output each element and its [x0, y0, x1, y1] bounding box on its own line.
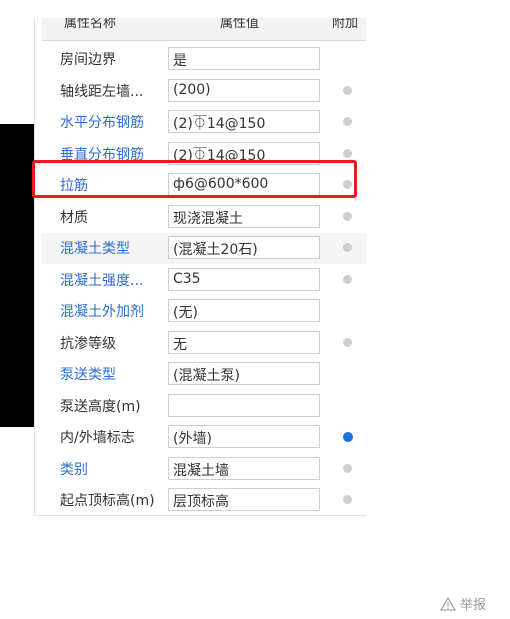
property-name: 房间边界	[60, 52, 116, 68]
property-name[interactable]: 泵送类型	[60, 364, 116, 384]
property-value-field[interactable]	[168, 393, 320, 417]
active-dot-icon[interactable]	[343, 432, 353, 442]
table-header: 属性名称 属性值 附加	[42, 18, 366, 41]
property-value-field[interactable]: (外墙)	[168, 425, 320, 448]
warning-icon	[440, 596, 456, 611]
property-panel: 属性名称 属性值 附加 房间边界 是轴线距左墙... (200) 水平分布钢筋 (2)⏁…	[34, 18, 366, 516]
highlight-box	[32, 160, 357, 198]
property-name: 起点顶标高(m)	[60, 493, 155, 509]
property-row[interactable]: 混凝土强度... C35	[42, 265, 366, 296]
left-black-bar	[0, 124, 34, 427]
property-name: 轴线距左墙...	[60, 83, 144, 100]
header-extra-col: 附加	[332, 18, 359, 31]
dot-icon[interactable]	[343, 211, 352, 221]
property-row[interactable]: 混凝土类型 (混凝土20石)	[42, 233, 366, 264]
header-name-col: 属性名称	[64, 18, 117, 31]
property-row[interactable]: 泵送高度(m)	[42, 391, 366, 422]
property-row[interactable]: 内/外墙标志 (外墙)	[42, 422, 366, 453]
dot-icon[interactable]	[343, 337, 352, 347]
header-value-col: 属性值	[220, 18, 260, 31]
property-row[interactable]: 轴线距左墙... (200)	[42, 76, 366, 107]
property-name[interactable]: 混凝土外加剂	[60, 301, 144, 321]
property-name[interactable]: 类别	[60, 459, 88, 479]
property-value-field[interactable]: (混凝土20石)	[168, 236, 320, 259]
property-row[interactable]: 材质 现浇混凝土	[42, 202, 366, 233]
property-row[interactable]: 泵送类型 (混凝土泵)	[42, 359, 366, 390]
panel-border	[34, 18, 35, 516]
property-name: 抗渗等级	[60, 335, 116, 352]
report-link[interactable]: 举报	[440, 594, 486, 613]
property-row[interactable]: 房间边界 是	[42, 44, 366, 75]
dot-icon[interactable]	[343, 243, 352, 252]
property-row[interactable]: 混凝土外加剂 (无)	[42, 296, 366, 327]
property-row[interactable]: 起点顶标高(m) 层顶标高	[42, 485, 366, 516]
property-row[interactable]: 类别 混凝土墙	[42, 454, 366, 485]
property-row[interactable]: 水平分布钢筋 (2)⏁14@150	[42, 107, 366, 138]
property-name[interactable]: 混凝土类型	[60, 238, 130, 258]
dot-icon[interactable]	[343, 495, 352, 504]
dot-icon[interactable]	[343, 274, 352, 284]
report-label: 举报	[460, 598, 487, 613]
property-name: 内/外墙标志	[60, 430, 135, 446]
property-value-field[interactable]: (无)	[168, 299, 320, 322]
property-value-field[interactable]: 混凝土墙	[168, 456, 320, 480]
property-row[interactable]: 抗渗等级 无	[42, 328, 366, 359]
property-name: 材质	[60, 209, 88, 226]
property-value-field[interactable]: 无	[168, 330, 320, 354]
property-value-field[interactable]: (2)⏁14@150	[168, 110, 320, 133]
property-value-field[interactable]: 是	[168, 47, 320, 70]
property-value-field[interactable]: (混凝土泵)	[168, 362, 320, 385]
property-name[interactable]: 混凝土强度...	[60, 270, 143, 290]
dot-icon[interactable]	[343, 117, 352, 126]
property-value-field[interactable]: C35	[168, 267, 320, 291]
dot-icon[interactable]	[343, 85, 352, 95]
dot-icon[interactable]	[343, 148, 352, 158]
property-value-field[interactable]: 层顶标高	[168, 488, 320, 511]
dot-icon[interactable]	[343, 463, 352, 473]
property-value-field[interactable]: 现浇混凝土	[168, 204, 320, 228]
property-value-field[interactable]: (200)	[168, 78, 320, 102]
panel-bottom-border	[34, 515, 366, 516]
property-name: 泵送高度(m)	[60, 398, 141, 415]
property-name[interactable]: 水平分布钢筋	[60, 112, 144, 132]
